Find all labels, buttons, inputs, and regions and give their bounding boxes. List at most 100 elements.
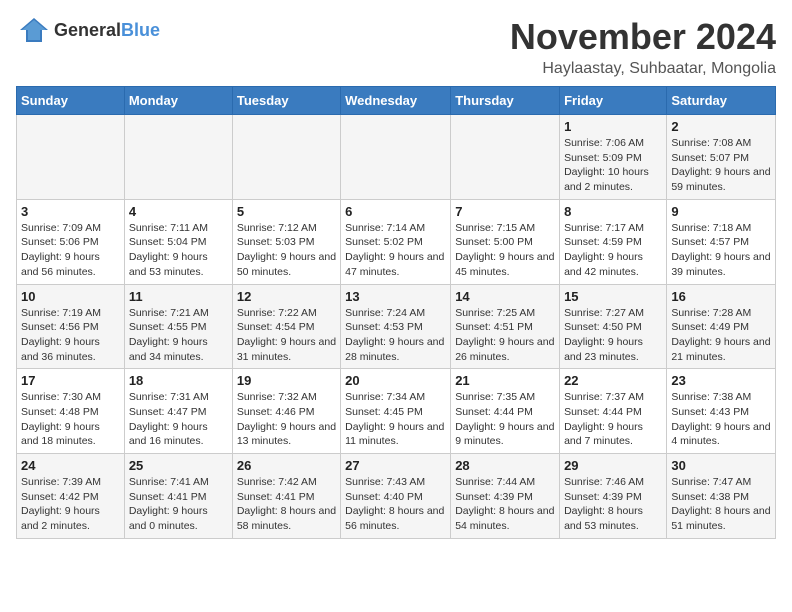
calendar-week-row: 17Sunrise: 7:30 AM Sunset: 4:48 PM Dayli… (17, 369, 776, 454)
table-row: 5Sunrise: 7:12 AM Sunset: 5:03 PM Daylig… (232, 199, 340, 284)
calendar-week-row: 1Sunrise: 7:06 AM Sunset: 5:09 PM Daylig… (17, 115, 776, 200)
day-number: 10 (21, 289, 120, 304)
day-detail: Sunrise: 7:38 AM Sunset: 4:43 PM Dayligh… (671, 390, 771, 449)
weekday-header-row: Sunday Monday Tuesday Wednesday Thursday… (17, 87, 776, 115)
day-detail: Sunrise: 7:17 AM Sunset: 4:59 PM Dayligh… (564, 221, 662, 280)
day-number: 23 (671, 373, 771, 388)
table-row: 2Sunrise: 7:08 AM Sunset: 5:07 PM Daylig… (667, 115, 776, 200)
day-detail: Sunrise: 7:44 AM Sunset: 4:39 PM Dayligh… (455, 475, 555, 534)
table-row: 13 Sunrise: 7:24 AM Sunset: 4:53 PM Dayli… (341, 284, 451, 369)
location-title: Haylaastay, Suhbaatar, Mongolia (510, 60, 776, 78)
header-wednesday: Wednesday (341, 87, 451, 115)
day-detail: Sunrise: 7:28 AM Sunset: 4:49 PM Dayligh… (671, 306, 771, 365)
day-number: 21 (455, 373, 555, 388)
day-detail: Sunrise: 7:42 AM Sunset: 4:41 PM Dayligh… (237, 475, 336, 534)
logo-general: GeneralBlue (54, 20, 160, 41)
day-number: 20 (345, 373, 446, 388)
table-row: 30 Sunrise: 7:47 AM Sunset: 4:38 PM Dayli… (667, 454, 776, 539)
title-area: November 2024 Haylaastay, Suhbaatar, Mon… (510, 16, 776, 78)
day-number: 17 (21, 373, 120, 388)
table-row: 10 Sunrise: 7:19 AM Sunset: 4:56 PM Dayli… (17, 284, 125, 369)
table-row (232, 115, 340, 200)
day-detail: Sunrise: 7:34 AM Sunset: 4:45 PM Dayligh… (345, 390, 446, 449)
calendar-table: Sunday Monday Tuesday Wednesday Thursday… (16, 86, 776, 539)
table-row: 27 Sunrise: 7:43 AM Sunset: 4:40 PM Dayli… (341, 454, 451, 539)
day-detail: Sunrise: 7:43 AM Sunset: 4:40 PM Dayligh… (345, 475, 446, 534)
header-sunday: Sunday (17, 87, 125, 115)
table-row: 14Sunrise: 7:25 AM Sunset: 4:51 PM Dayli… (451, 284, 560, 369)
calendar-week-row: 24 Sunrise: 7:39 AM Sunset: 4:42 PM Dayli… (17, 454, 776, 539)
table-row (451, 115, 560, 200)
day-detail: Sunrise: 7:18 AM Sunset: 4:57 PM Dayligh… (671, 221, 771, 280)
day-number: 15 (564, 289, 662, 304)
day-number: 29 (564, 458, 662, 473)
day-number: 19 (237, 373, 336, 388)
table-row (124, 115, 232, 200)
table-row: 6Sunrise: 7:14 AM Sunset: 5:02 PM Daylig… (341, 199, 451, 284)
header-thursday: Thursday (451, 87, 560, 115)
table-row: 12 Sunrise: 7:22 AM Sunset: 4:54 PM Dayli… (232, 284, 340, 369)
table-row: 9 Sunrise: 7:18 AM Sunset: 4:57 PM Daylig… (667, 199, 776, 284)
day-number: 13 (345, 289, 446, 304)
day-detail: Sunrise: 7:22 AM Sunset: 4:54 PM Dayligh… (237, 306, 336, 365)
table-row: 11 Sunrise: 7:21 AM Sunset: 4:55 PM Dayli… (124, 284, 232, 369)
table-row: 21 Sunrise: 7:35 AM Sunset: 4:44 PM Dayli… (451, 369, 560, 454)
table-row: 29 Sunrise: 7:46 AM Sunset: 4:39 PM Dayli… (560, 454, 667, 539)
day-detail: Sunrise: 7:19 AM Sunset: 4:56 PM Dayligh… (21, 306, 120, 365)
day-detail: Sunrise: 7:09 AM Sunset: 5:06 PM Dayligh… (21, 221, 120, 280)
calendar-week-row: 10 Sunrise: 7:19 AM Sunset: 4:56 PM Dayli… (17, 284, 776, 369)
month-title: November 2024 (510, 16, 776, 58)
day-detail: Sunrise: 7:08 AM Sunset: 5:07 PM Dayligh… (671, 136, 771, 195)
day-number: 14 (455, 289, 555, 304)
table-row: 26 Sunrise: 7:42 AM Sunset: 4:41 PM Dayli… (232, 454, 340, 539)
day-detail: Sunrise: 7:41 AM Sunset: 4:41 PM Dayligh… (129, 475, 228, 534)
day-number: 5 (237, 204, 336, 219)
table-row: 19 Sunrise: 7:32 AM Sunset: 4:46 PM Dayli… (232, 369, 340, 454)
table-row (17, 115, 125, 200)
day-detail: Sunrise: 7:24 AM Sunset: 4:53 PM Dayligh… (345, 306, 446, 365)
day-number: 11 (129, 289, 228, 304)
day-detail: Sunrise: 7:39 AM Sunset: 4:42 PM Dayligh… (21, 475, 120, 534)
day-number: 9 (671, 204, 771, 219)
day-number: 1 (564, 119, 662, 134)
day-number: 24 (21, 458, 120, 473)
table-row: 23 Sunrise: 7:38 AM Sunset: 4:43 PM Dayli… (667, 369, 776, 454)
table-row: 8Sunrise: 7:17 AM Sunset: 4:59 PM Daylig… (560, 199, 667, 284)
table-row: 17Sunrise: 7:30 AM Sunset: 4:48 PM Dayli… (17, 369, 125, 454)
header-friday: Friday (560, 87, 667, 115)
table-row: 1Sunrise: 7:06 AM Sunset: 5:09 PM Daylig… (560, 115, 667, 200)
day-number: 22 (564, 373, 662, 388)
day-number: 16 (671, 289, 771, 304)
table-row: 22Sunrise: 7:37 AM Sunset: 4:44 PM Dayli… (560, 369, 667, 454)
table-row: 24 Sunrise: 7:39 AM Sunset: 4:42 PM Dayli… (17, 454, 125, 539)
day-detail: Sunrise: 7:27 AM Sunset: 4:50 PM Dayligh… (564, 306, 662, 365)
day-number: 12 (237, 289, 336, 304)
table-row: 7 Sunrise: 7:15 AM Sunset: 5:00 PM Daylig… (451, 199, 560, 284)
table-row (341, 115, 451, 200)
day-detail: Sunrise: 7:35 AM Sunset: 4:44 PM Dayligh… (455, 390, 555, 449)
day-number: 4 (129, 204, 228, 219)
day-detail: Sunrise: 7:31 AM Sunset: 4:47 PM Dayligh… (129, 390, 228, 449)
logo-icon (18, 16, 50, 44)
table-row: 18Sunrise: 7:31 AM Sunset: 4:47 PM Dayli… (124, 369, 232, 454)
day-number: 7 (455, 204, 555, 219)
day-detail: Sunrise: 7:21 AM Sunset: 4:55 PM Dayligh… (129, 306, 228, 365)
day-number: 6 (345, 204, 446, 219)
day-number: 27 (345, 458, 446, 473)
day-number: 26 (237, 458, 336, 473)
header-tuesday: Tuesday (232, 87, 340, 115)
day-number: 30 (671, 458, 771, 473)
table-row: 15 Sunrise: 7:27 AM Sunset: 4:50 PM Dayli… (560, 284, 667, 369)
day-number: 25 (129, 458, 228, 473)
day-detail: Sunrise: 7:47 AM Sunset: 4:38 PM Dayligh… (671, 475, 771, 534)
table-row: 25 Sunrise: 7:41 AM Sunset: 4:41 PM Dayli… (124, 454, 232, 539)
header: GeneralBlue November 2024 Haylaastay, Su… (16, 16, 776, 78)
day-detail: Sunrise: 7:46 AM Sunset: 4:39 PM Dayligh… (564, 475, 662, 534)
day-detail: Sunrise: 7:32 AM Sunset: 4:46 PM Dayligh… (237, 390, 336, 449)
day-detail: Sunrise: 7:15 AM Sunset: 5:00 PM Dayligh… (455, 221, 555, 280)
table-row: 4 Sunrise: 7:11 AM Sunset: 5:04 PM Daylig… (124, 199, 232, 284)
calendar-week-row: 3Sunrise: 7:09 AM Sunset: 5:06 PM Daylig… (17, 199, 776, 284)
header-saturday: Saturday (667, 87, 776, 115)
header-monday: Monday (124, 87, 232, 115)
day-detail: Sunrise: 7:11 AM Sunset: 5:04 PM Dayligh… (129, 221, 228, 280)
